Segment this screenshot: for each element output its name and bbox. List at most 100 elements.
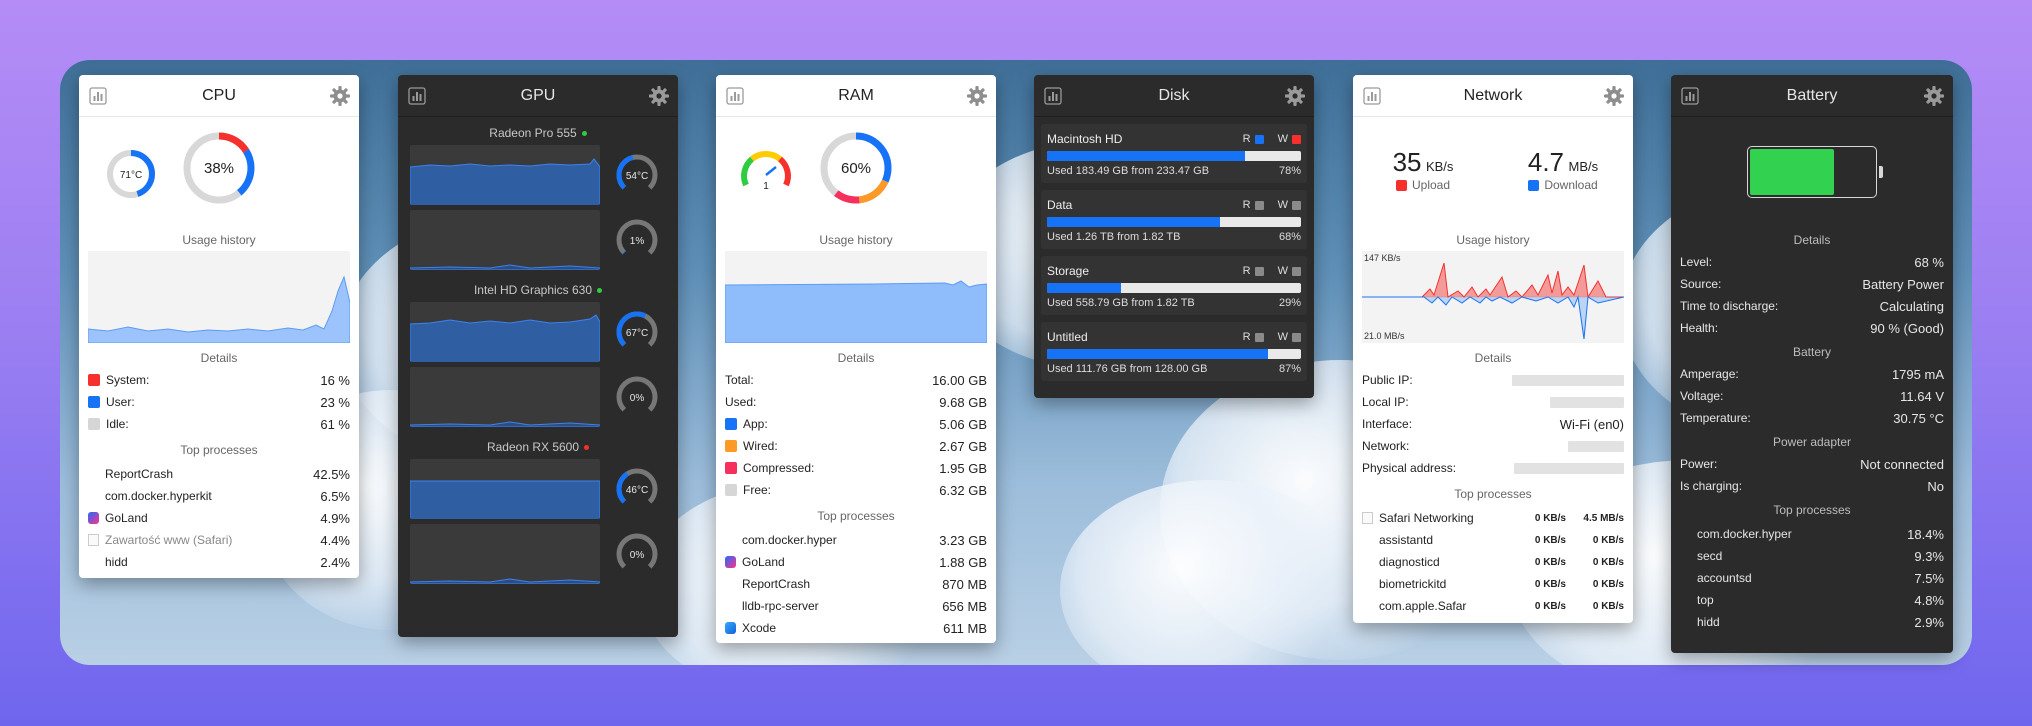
gpu-device-name: Intel HD Graphics 630 — [473, 283, 593, 297]
process-row[interactable]: lldb-rpc-server 656 MB — [725, 595, 987, 617]
detail-label: Idle: — [106, 417, 129, 431]
process-row[interactable]: hidd 2.4% — [88, 551, 350, 573]
detail-label: Total: — [725, 373, 754, 387]
disk-usage-bar — [1047, 283, 1301, 293]
disk-volume-card[interactable]: Untitled R W Used 111.76 GB from 128.00 GB 8… — [1041, 322, 1307, 381]
process-row[interactable]: Safari Networking 0 KB/s 4.5 MB/s — [1362, 507, 1624, 529]
process-row[interactable]: GoLand 4.9% — [88, 507, 350, 529]
gpu-panel: GPU Radeon Pro 555 54°C 1% Intel HD Graphic… — [398, 75, 678, 637]
battery-indicator — [1671, 117, 1953, 227]
gpu-device-name: Radeon Pro 555 — [489, 126, 577, 140]
process-row[interactable]: biometrickitd 0 KB/s 0 KB/s — [1362, 573, 1624, 595]
read-write-indicators: RW — [1243, 265, 1301, 277]
detail-label: App: — [743, 417, 768, 431]
gpu-temperature-row: 46°C — [410, 459, 666, 519]
process-row[interactable]: Xcode 611 MB — [725, 617, 987, 639]
gear-icon[interactable] — [1923, 85, 1945, 107]
gear-icon[interactable] — [648, 85, 670, 107]
detail-value: 2.67 GB — [939, 438, 987, 454]
process-name: com.docker.hyper — [742, 533, 837, 547]
chart-icon[interactable] — [408, 87, 426, 105]
download-label: Download — [1544, 178, 1598, 192]
app-color-swatch — [725, 418, 737, 430]
cpu-details-list: System: 16 % User: 23 % Idle: 61 % — [79, 369, 359, 435]
process-row[interactable]: accountsd 7.5% — [1680, 567, 1944, 589]
panel-title: Network — [1463, 86, 1523, 104]
panel-title: RAM — [838, 86, 874, 104]
section-title: Top processes — [180, 443, 258, 457]
process-upload: 0 KB/s — [1534, 512, 1566, 524]
gpu-temperature-chart — [410, 459, 600, 519]
process-name: GoLand — [742, 555, 785, 569]
wired-color-swatch — [725, 440, 737, 452]
disk-usage-fill — [1047, 151, 1246, 161]
detail-value: 5.06 GB — [939, 416, 987, 432]
gear-icon[interactable] — [966, 85, 988, 107]
gear-icon[interactable] — [329, 85, 351, 107]
process-row[interactable]: diagnosticd 0 KB/s 0 KB/s — [1362, 551, 1624, 573]
process-row[interactable]: com.docker.hyper 18.4% — [1680, 523, 1944, 545]
process-row[interactable]: GoLand 1.88 GB — [725, 551, 987, 573]
read-indicator — [1254, 332, 1264, 342]
section-title: Power adapter — [1772, 435, 1852, 449]
process-row[interactable]: ReportCrash 870 MB — [725, 573, 987, 595]
process-value: 2.4% — [320, 554, 350, 570]
disk-used-text: Used 111.76 GB from 128.00 GB — [1047, 363, 1208, 375]
detail-row-network: Network: — [1362, 435, 1624, 457]
process-name: com.docker.hyper — [1697, 527, 1792, 541]
detail-value: 23 % — [320, 394, 350, 410]
process-row[interactable]: hidd 2.9% — [1680, 611, 1944, 633]
process-name: Safari Networking — [1379, 511, 1474, 525]
disk-volume-card[interactable]: Data R W Used 1.26 TB from 1.82 TB 68% — [1041, 190, 1307, 249]
detail-label: Temperature: — [1680, 411, 1751, 425]
process-row[interactable]: top 4.8% — [1680, 589, 1944, 611]
process-name: secd — [1697, 549, 1723, 563]
process-row[interactable]: assistantd 0 KB/s 0 KB/s — [1362, 529, 1624, 551]
read-write-indicators: RW — [1243, 199, 1301, 211]
detail-label: Level: — [1680, 255, 1713, 269]
process-row[interactable]: secd 9.3% — [1680, 545, 1944, 567]
process-name: accountsd — [1697, 571, 1752, 585]
ram-totals-list: Total: 16.00 GB Used: 9.68 GB — [716, 369, 996, 413]
chart-icon[interactable] — [1044, 87, 1062, 105]
process-row[interactable]: com.apple.Safar 0 KB/s 0 KB/s — [1362, 595, 1624, 617]
write-indicator — [1292, 134, 1301, 144]
detail-label: Is charging: — [1680, 479, 1743, 493]
disk-usage-bar — [1047, 349, 1301, 359]
disk-volume-card[interactable]: Macintosh HD R W Used 183.49 GB from 233.47… — [1041, 124, 1307, 183]
process-row[interactable]: com.docker.hyper 3.23 GB — [725, 529, 987, 551]
detail-value: 68 % — [1914, 254, 1944, 270]
detail-label: Source: — [1680, 277, 1722, 291]
gpu-temperature-gauge: 54°C — [616, 154, 658, 196]
process-row[interactable]: Zawartość www (Safari) 4.4% — [88, 529, 350, 551]
detail-label: Amperage: — [1680, 367, 1739, 381]
chart-icon[interactable] — [726, 87, 744, 105]
detail-label: System: — [106, 373, 150, 387]
section-title: Details — [837, 351, 875, 365]
goland-icon — [88, 512, 99, 524]
process-value: 4.4% — [320, 532, 350, 548]
detail-label: User: — [106, 395, 135, 409]
process-value: 9.3% — [1914, 548, 1944, 564]
document-icon — [1362, 512, 1373, 524]
process-value: 656 MB — [942, 598, 987, 614]
chart-icon[interactable] — [1681, 87, 1699, 105]
process-value: 42.5% — [313, 466, 350, 482]
xcode-icon — [725, 622, 736, 634]
chart-icon[interactable] — [1363, 87, 1381, 105]
chart-max-download-label: 21.0 MB/s — [1364, 331, 1405, 341]
process-row[interactable]: ReportCrash 42.5% — [88, 463, 350, 485]
chart-icon[interactable] — [89, 87, 107, 105]
gear-icon[interactable] — [1284, 85, 1306, 107]
process-row[interactable]: com.docker.hyperkit 6.5% — [88, 485, 350, 507]
write-label: W — [1277, 133, 1288, 145]
cpu-temperature-text: 71°C — [120, 170, 142, 181]
gear-icon[interactable] — [1603, 85, 1625, 107]
gpu-device-header: Intel HD Graphics 630 — [410, 280, 666, 300]
disk-volume-card[interactable]: Storage R W Used 558.79 GB from 1.82 TB 29% — [1041, 256, 1307, 315]
volume-name: Macintosh HD — [1047, 132, 1123, 146]
network-speeds: 35 KB/s Upload 4.7 MB/s Download — [1353, 117, 1633, 227]
detail-row: Health: 90 % (Good) — [1680, 317, 1944, 339]
process-download: 4.5 MB/s — [1583, 512, 1624, 524]
panel-title: Disk — [1158, 86, 1190, 104]
